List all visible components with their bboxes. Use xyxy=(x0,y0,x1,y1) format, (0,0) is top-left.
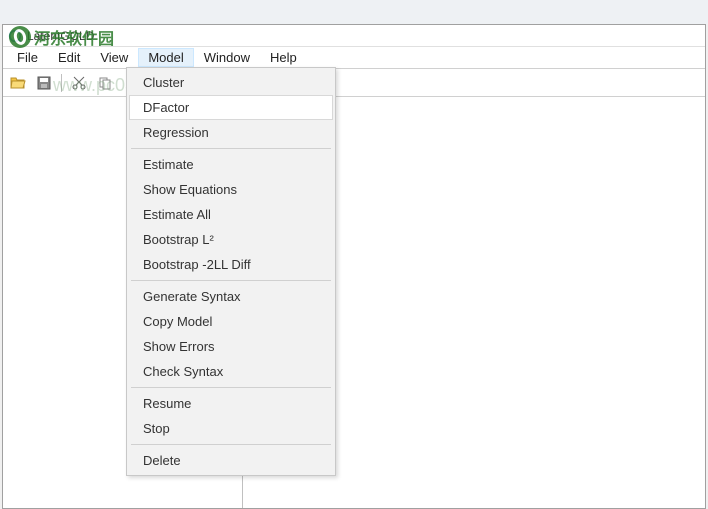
menu-item-resume[interactable]: Resume xyxy=(129,391,333,416)
copy-icon xyxy=(97,75,113,91)
menu-file[interactable]: File xyxy=(7,48,48,67)
menu-item-cluster[interactable]: Cluster xyxy=(129,70,333,95)
toolbar xyxy=(3,69,705,97)
background-banner xyxy=(0,0,708,24)
menu-item-bootstrap-2ll[interactable]: Bootstrap -2LL Diff xyxy=(129,252,333,277)
open-button[interactable] xyxy=(7,72,29,94)
menu-separator xyxy=(131,387,331,388)
scissors-icon xyxy=(71,75,87,91)
model-dropdown-menu: Cluster DFactor Regression Estimate Show… xyxy=(126,67,336,476)
menu-item-check-syntax[interactable]: Check Syntax xyxy=(129,359,333,384)
site-logo-text: 河东软件园 xyxy=(34,25,114,49)
folder-open-icon xyxy=(10,75,26,91)
site-logo-overlay: 河东软件园 xyxy=(8,25,114,49)
menu-item-estimate-all[interactable]: Estimate All xyxy=(129,202,333,227)
toolbar-separator xyxy=(61,74,62,92)
menu-separator xyxy=(131,444,331,445)
menu-item-copy-model[interactable]: Copy Model xyxy=(129,309,333,334)
menu-item-dfactor[interactable]: DFactor xyxy=(129,95,333,120)
menu-item-show-equations[interactable]: Show Equations xyxy=(129,177,333,202)
save-button[interactable] xyxy=(33,72,55,94)
menu-item-delete[interactable]: Delete xyxy=(129,448,333,473)
menu-view[interactable]: View xyxy=(90,48,138,67)
menu-separator xyxy=(131,280,331,281)
content-area xyxy=(3,97,705,508)
copy-button[interactable] xyxy=(94,72,116,94)
menu-item-bootstrap-l2[interactable]: Bootstrap L² xyxy=(129,227,333,252)
menu-item-show-errors[interactable]: Show Errors xyxy=(129,334,333,359)
menu-item-stop[interactable]: Stop xyxy=(129,416,333,441)
menubar: File Edit View Model Window Help xyxy=(3,47,705,69)
menu-separator xyxy=(131,148,331,149)
menu-model[interactable]: Model xyxy=(138,48,193,67)
save-icon xyxy=(36,75,52,91)
menu-item-generate-syntax[interactable]: Generate Syntax xyxy=(129,284,333,309)
menu-window[interactable]: Window xyxy=(194,48,260,67)
menu-item-regression[interactable]: Regression xyxy=(129,120,333,145)
menu-item-estimate[interactable]: Estimate xyxy=(129,152,333,177)
menu-edit[interactable]: Edit xyxy=(48,48,90,67)
menu-help[interactable]: Help xyxy=(260,48,307,67)
app-window: LatentGOLD File Edit View Model Window H… xyxy=(2,24,706,509)
cut-button[interactable] xyxy=(68,72,90,94)
site-logo-icon xyxy=(8,25,32,49)
